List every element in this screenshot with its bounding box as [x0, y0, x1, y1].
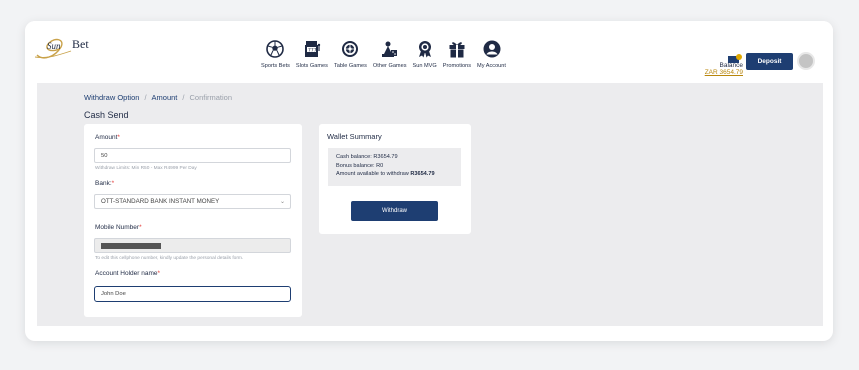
mobile-label: Mobile Number* — [95, 224, 142, 231]
breadcrumb: Withdraw Option / Amount / Confirmation — [84, 93, 232, 102]
mobile-hint: To edit this cellphone number, kindly up… — [95, 256, 244, 261]
page-title: Cash Send — [84, 110, 129, 120]
nav-my-account[interactable]: My Account — [477, 39, 506, 69]
bank-label: Bank:* — [95, 180, 115, 187]
svg-text:777: 777 — [308, 47, 317, 53]
account-holder-input[interactable]: John Doe — [94, 286, 291, 302]
cash-balance: Cash balance: R3654.79 — [336, 154, 398, 160]
sunbet-logo[interactable]: Sun Bet — [33, 35, 93, 61]
nav-other-games[interactable]: Other Games — [373, 39, 407, 69]
mobile-number-field — [94, 238, 291, 253]
svg-text:Sun: Sun — [47, 41, 61, 51]
withdraw-form-card: Amount* 50 Withdraw Limits: Min R50 - Ma… — [84, 124, 302, 317]
avatar[interactable] — [797, 52, 815, 70]
nav-label: Slots Games — [295, 63, 328, 69]
nav-table-games[interactable]: Table Games — [334, 39, 367, 69]
breadcrumb-confirmation: Confirmation — [189, 93, 233, 102]
nav-label: Table Games — [333, 63, 367, 69]
account-holder-label: Account Holder name* — [95, 270, 161, 277]
wallet-summary-title: Wallet Summary — [327, 132, 382, 141]
balance-value[interactable]: ZAR 3654.79 — [699, 69, 743, 76]
main-content: Withdraw Option / Amount / Confirmation … — [37, 83, 823, 326]
roulette-wheel-icon — [340, 39, 360, 59]
bank-select[interactable]: OTT-STANDARD BANK INSTANT MONEY ⌄ — [94, 194, 291, 209]
sun-script-logo-icon: Sun — [34, 38, 72, 59]
nav-sun-mvg[interactable]: Sun MVG — [413, 39, 437, 69]
gift-icon — [447, 39, 467, 59]
available-to-withdraw: Amount available to withdraw R3654.79 — [336, 171, 435, 177]
soccer-ball-icon — [265, 39, 285, 59]
game-pieces-icon — [380, 39, 400, 59]
breadcrumb-withdraw-option[interactable]: Withdraw Option — [84, 93, 139, 102]
chevron-down-icon: ⌄ — [279, 199, 285, 205]
nav-sports-bets[interactable]: Sports Bets — [261, 39, 290, 69]
bonus-balance: Bonus balance: R0 — [336, 162, 384, 169]
app-frame: Sun Bet Sports Bets 777 Slots Games Tabl… — [25, 21, 833, 341]
amount-input[interactable]: 50 — [94, 148, 291, 163]
user-icon — [482, 39, 502, 59]
wallet-summary-card: Wallet Summary Cash balance: R3654.79 Bo… — [319, 124, 471, 234]
nav-promotions[interactable]: Promotions — [443, 39, 471, 69]
main-nav: Sports Bets 777 Slots Games Table Games … — [261, 39, 512, 69]
award-ribbon-icon — [415, 39, 435, 59]
slot-machine-icon: 777 — [302, 39, 322, 59]
logo-text: Bet — [72, 37, 89, 51]
amount-hint: Withdraw Limits: Min R50 - Max R4999 Per… — [95, 166, 197, 171]
top-header: Sun Bet Sports Bets 777 Slots Games Tabl… — [25, 21, 833, 82]
breadcrumb-separator: / — [182, 93, 185, 102]
nav-label: My Account — [477, 63, 506, 69]
amount-label: Amount* — [95, 134, 120, 141]
balance-label: Balance — [719, 62, 744, 69]
withdraw-button[interactable]: Withdraw — [351, 201, 438, 221]
breadcrumb-separator: / — [144, 93, 147, 102]
nav-label: Sports Bets — [261, 63, 290, 69]
nav-label: Promotions — [442, 63, 472, 69]
nav-slots-games[interactable]: 777 Slots Games — [296, 39, 328, 69]
nav-label: Sun MVG — [412, 63, 437, 69]
nav-label: Other Games — [372, 63, 407, 69]
deposit-button[interactable]: Deposit — [746, 53, 793, 70]
masked-number — [101, 242, 161, 249]
bank-select-value: OTT-STANDARD BANK INSTANT MONEY — [101, 198, 220, 205]
breadcrumb-amount[interactable]: Amount — [152, 93, 178, 102]
wallet-icon — [728, 51, 742, 63]
wallet-balances: Cash balance: R3654.79 Bonus balance: R0… — [328, 148, 461, 186]
